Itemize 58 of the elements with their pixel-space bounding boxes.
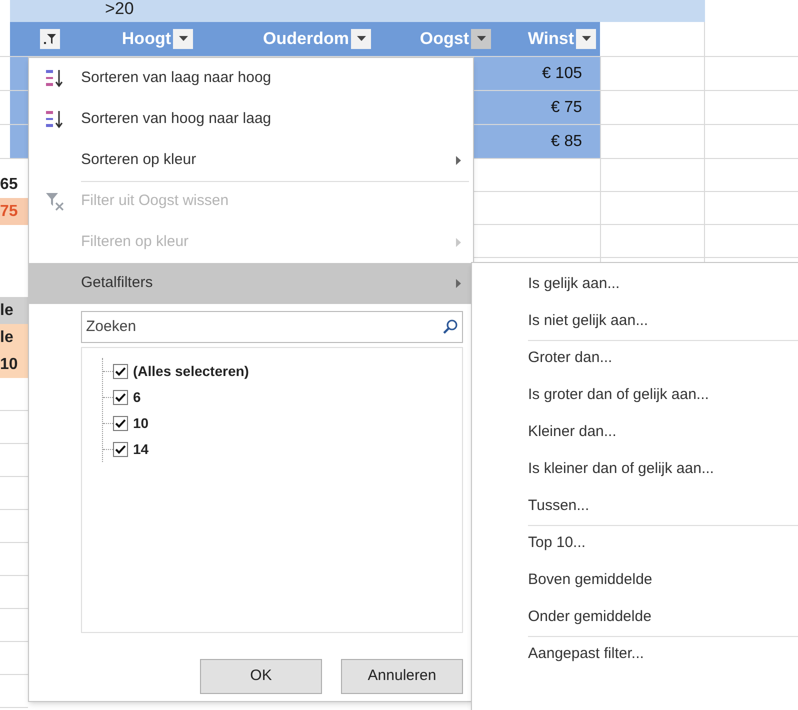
check-icon <box>115 392 126 402</box>
submenu-arrow-icon <box>456 238 461 247</box>
checkbox[interactable] <box>113 364 128 378</box>
search-input[interactable]: Zoeken <box>86 316 442 338</box>
menu-item[interactable]: Aangepast filter... <box>472 636 798 673</box>
table-cell-text: € 85 <box>550 132 582 152</box>
column-header: Oogst <box>420 28 469 50</box>
sheet-cell: 10 <box>0 351 28 378</box>
menu-item[interactable]: Tussen... <box>472 488 798 525</box>
clear-filter-icon <box>44 190 66 212</box>
column-header: Winst <box>528 28 574 50</box>
filter-active-button[interactable] <box>40 29 60 49</box>
menu-item[interactable]: Is kleiner dan of gelijk aan... <box>472 451 798 488</box>
value-label: (Alles selecteren) <box>133 362 249 381</box>
check-icon <box>115 418 126 428</box>
caret-icon <box>356 36 366 42</box>
caret-icon <box>476 36 486 42</box>
sheet-cell: 75 <box>0 198 28 225</box>
checkbox[interactable] <box>113 416 128 430</box>
menu-item[interactable]: Sorteren van laag naar hoog <box>29 58 473 99</box>
dropdown-button[interactable] <box>471 29 491 49</box>
value-label: 10 <box>133 414 149 432</box>
submenu-arrow-icon <box>456 156 461 165</box>
criteria-text: >20 <box>105 0 134 20</box>
value-label: 14 <box>133 440 149 458</box>
checkbox[interactable] <box>113 390 128 404</box>
dropdown-button[interactable] <box>173 29 193 49</box>
filter-icon <box>43 33 57 45</box>
check-icon <box>115 366 126 376</box>
search-icon <box>442 319 458 335</box>
caret-icon <box>582 36 590 42</box>
search-field[interactable]: Zoeken <box>81 311 463 343</box>
menu-item[interactable]: Is groter dan of gelijk aan... <box>472 377 798 414</box>
menu-item[interactable]: Kleiner dan... <box>472 414 798 451</box>
menu-item[interactable]: Groter dan... <box>472 340 798 377</box>
table-cell-text: € 105 <box>542 64 582 84</box>
menu-item[interactable]: Onder gemiddelde <box>472 599 798 636</box>
menu-item[interactable]: Is gelijk aan... <box>472 266 798 303</box>
column-header: Ouderdom <box>263 28 349 50</box>
sheet-cell: le <box>0 324 28 351</box>
menu-item[interactable]: Getalfilters <box>29 263 473 304</box>
value-label: 6 <box>133 388 141 406</box>
checkbox[interactable] <box>113 442 128 456</box>
dropdown-button[interactable] <box>576 29 596 49</box>
dropdown-button[interactable] <box>351 29 371 49</box>
menu-item[interactable]: Sorteren op kleur <box>29 140 473 181</box>
dialog-button[interactable]: Annuleren <box>341 659 463 694</box>
menu-item[interactable]: Sorteren van hoog naar laag <box>29 99 473 140</box>
menu-item[interactable]: Is niet gelijk aan... <box>472 303 798 340</box>
sheet-cell: le <box>0 297 28 324</box>
menu-item[interactable]: Boven gemiddelde <box>472 562 798 599</box>
table-cell-text: € 75 <box>550 98 582 118</box>
menu-item[interactable]: Top 10... <box>472 525 798 562</box>
dialog-button[interactable]: OK <box>200 659 322 694</box>
caret-icon <box>178 36 188 42</box>
column-header: Hoogt <box>122 28 171 50</box>
check-icon <box>115 444 126 454</box>
submenu-arrow-icon <box>456 279 461 288</box>
